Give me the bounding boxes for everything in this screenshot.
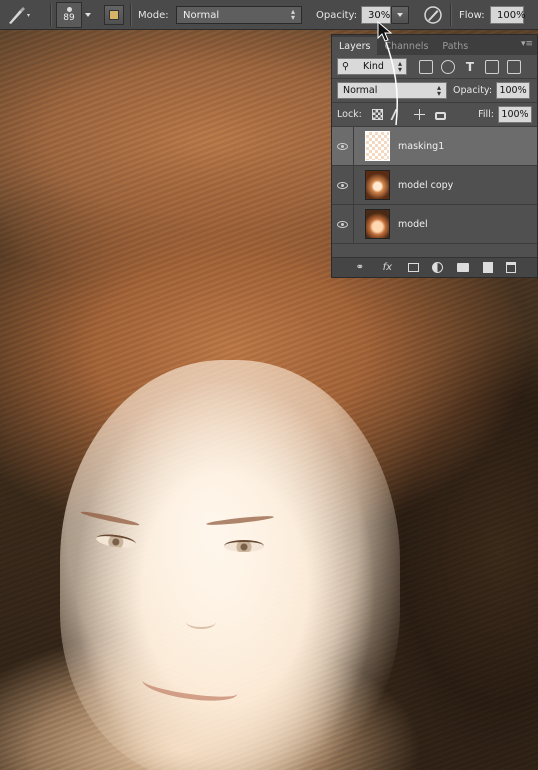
blend-row: Normal ▴ ▾ Opacity: 100% [332,79,537,103]
tool-options-bar: 89 Mode: Normal ▴ ▾ Opacity: 30% Flow: 1… [0,0,538,30]
fill-value: 100% [501,109,529,120]
photo-face [60,360,400,770]
brush-size-value: 89 [63,13,75,23]
layers-panel-footer: ⚭ fx [332,257,537,277]
brush-tip-icon [66,7,72,12]
eye-icon [337,181,348,189]
layer-opacity-input[interactable]: 100% [496,82,531,99]
tab-paths[interactable]: Paths [435,37,475,55]
cursor-arrow-icon [377,20,399,126]
brush-size-preview[interactable]: 89 [56,2,82,28]
link-layers-icon[interactable]: ⚭ [353,262,367,273]
layer-row-masking1[interactable]: masking1 [332,126,537,166]
updown-icon: ▴ ▾ [436,82,441,98]
flow-value: 100% [497,9,526,21]
toggle-brush-panel-button[interactable] [104,0,124,30]
divider [50,4,51,26]
layer-visibility-toggle[interactable] [332,165,354,205]
opacity-label: Opacity: [316,9,358,21]
filter-smart-object-icon[interactable] [507,59,521,74]
adjustment-layer-icon[interactable] [432,262,444,273]
chevron-down-icon[interactable] [85,13,91,17]
lock-position-icon[interactable] [413,109,425,120]
layer-name: model [398,218,428,230]
layer-opacity-label: Opacity: [453,85,493,96]
pressure-opacity-button[interactable] [422,0,444,30]
divider [130,4,131,26]
layer-row-model[interactable]: model [332,204,537,244]
mode-select[interactable]: Normal ▴ ▾ [176,6,302,24]
lock-all-icon[interactable] [434,112,446,120]
opacity-value: 30% [368,9,391,21]
filter-pixel-icon[interactable] [419,59,433,74]
filter-icons: T [419,59,521,74]
eye-icon [337,220,348,228]
filter-type-icon[interactable]: T [463,60,477,74]
lock-row: Lock: Fill: 100% [332,103,537,127]
photo-right-eye [224,540,264,552]
fill-input[interactable]: 100% [498,106,532,123]
flow-label: Flow: [459,9,485,21]
brush-preset-picker[interactable]: 89 [56,0,91,30]
layer-visibility-toggle[interactable] [332,126,354,166]
layer-opacity-value: 100% [499,85,527,96]
layer-visibility-toggle[interactable] [332,204,354,244]
new-group-icon[interactable] [457,263,470,272]
updown-icon: ▴ ▾ [290,7,295,22]
tab-layers[interactable]: Layers [332,37,378,55]
layers-panel: Layers Channels Paths ▾≡ ⚲ Kind ▴ ▾ T Nor… [331,34,538,278]
add-mask-icon[interactable] [407,263,419,272]
tablet-pressure-icon [424,6,442,24]
blend-mode-value: Normal [343,85,378,96]
lock-label: Lock: [337,109,362,120]
layer-name: model copy [398,179,454,191]
filter-shape-icon[interactable] [485,59,499,74]
brush-panel-icon [104,5,124,25]
panel-menu-icon[interactable]: ▾≡ [521,39,533,49]
search-icon: ⚲ [342,61,349,72]
divider [450,4,451,26]
flow-input[interactable]: 100% [490,6,526,24]
layer-thumbnail [365,209,390,239]
fill-label: Fill: [478,109,494,120]
layer-row-model-copy[interactable]: model copy [332,165,537,205]
mode-value: Normal [183,9,220,21]
mode-label: Mode: [138,9,169,21]
new-layer-icon[interactable] [482,262,493,273]
tool-preset-picker[interactable] [6,0,32,30]
photo-nose [186,615,216,629]
trash-icon[interactable] [506,262,517,273]
panel-tabs: Layers Channels Paths ▾≡ [332,35,537,55]
brush-icon [9,7,30,24]
layer-name: masking1 [398,140,445,152]
layer-thumbnail [365,170,390,200]
filter-row: ⚲ Kind ▴ ▾ T [332,55,537,79]
layer-style-button[interactable]: fx [380,262,394,273]
eye-icon [337,142,348,150]
filter-adjustment-icon[interactable] [441,59,455,74]
